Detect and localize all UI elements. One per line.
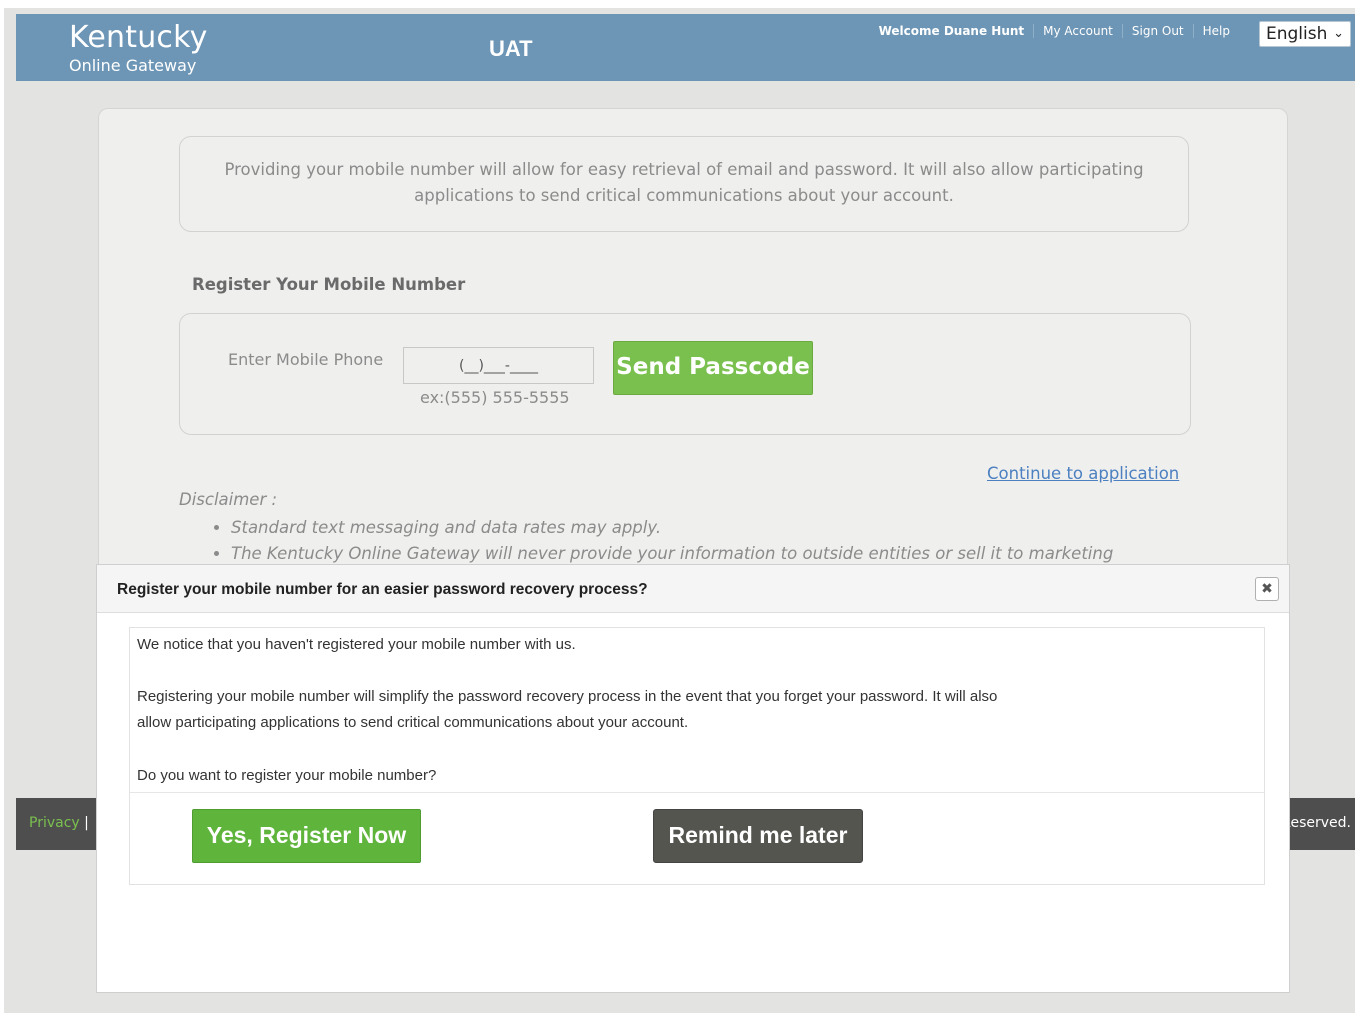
top-nav: Welcome Duane Hunt My Account Sign Out H…	[870, 24, 1239, 38]
dialog-explanation-text: Registering your mobile number will simp…	[137, 688, 998, 705]
privacy-link[interactable]: Privacy	[29, 815, 80, 831]
phone-panel: Enter Mobile Phone (__)___-____ ex:(555)…	[179, 313, 1191, 435]
dialog-question-text: Do you want to register your mobile numb…	[137, 767, 437, 784]
phone-example: ex:(555) 555-5555	[420, 388, 570, 407]
welcome-text: Welcome Duane Hunt	[870, 24, 1035, 38]
footer-rights: Reserved.	[1281, 815, 1351, 831]
app-header: Kentucky Online Gateway UAT Welcome Duan…	[16, 14, 1355, 81]
phone-input[interactable]: (__)___-____	[403, 347, 594, 384]
list-item: Standard text messaging and data rates m…	[231, 515, 1151, 541]
chevron-down-icon: ⌄	[1333, 26, 1344, 41]
dialog-divider	[130, 792, 1264, 793]
close-icon[interactable]: ✖	[1255, 577, 1279, 601]
dialog-title: Register your mobile number for an easie…	[117, 581, 648, 598]
dialog-header: Register your mobile number for an easie…	[97, 565, 1289, 613]
logo-subtitle[interactable]: Online Gateway	[69, 56, 196, 75]
section-title: Register Your Mobile Number	[192, 275, 466, 294]
footer-separator: |	[84, 815, 89, 831]
footer-links: Privacy |	[29, 815, 89, 831]
logo-title[interactable]: Kentucky	[69, 20, 208, 55]
disclaimer-list: Standard text messaging and data rates m…	[211, 515, 1151, 567]
register-mobile-dialog: Register your mobile number for an easie…	[96, 564, 1290, 993]
my-account-link[interactable]: My Account	[1034, 24, 1123, 38]
help-link[interactable]: Help	[1194, 24, 1239, 38]
continue-to-application-link[interactable]: Continue to application	[987, 464, 1179, 483]
disclaimer-title: Disclaimer :	[179, 490, 278, 509]
send-passcode-button[interactable]: Send Passcode	[613, 341, 813, 395]
info-box: Providing your mobile number will allow …	[179, 136, 1189, 232]
environment-label: UAT	[489, 36, 533, 61]
dialog-notice-text: We notice that you haven't registered yo…	[137, 636, 576, 653]
remind-me-later-button[interactable]: Remind me later	[653, 809, 863, 863]
phone-label: Enter Mobile Phone	[228, 350, 384, 369]
yes-register-now-button[interactable]: Yes, Register Now	[192, 809, 421, 863]
info-text: Providing your mobile number will allow …	[224, 160, 1144, 205]
language-select[interactable]: English ⌄	[1259, 21, 1351, 47]
dialog-explanation-text-2: allow participating applications to send…	[137, 714, 689, 731]
dialog-body: We notice that you haven't registered yo…	[129, 627, 1265, 885]
sign-out-link[interactable]: Sign Out	[1123, 24, 1194, 38]
language-value: English	[1266, 24, 1328, 44]
